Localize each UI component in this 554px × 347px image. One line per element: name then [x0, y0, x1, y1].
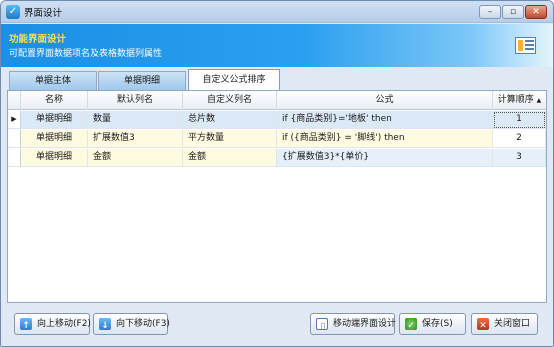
column-header-calc-order[interactable]: 计算顺序 ▲ — [493, 91, 546, 110]
cell-default-name[interactable]: 数量 — [88, 111, 183, 129]
cell-formula[interactable]: {扩展数值3}*{单价} — [277, 149, 493, 167]
tab-custom-formula-order[interactable]: 自定义公式排序 — [188, 69, 280, 90]
table-row[interactable]: 单据明细 金额 金额 {扩展数值3}*{单价} 3 — [8, 149, 546, 167]
cell-name[interactable]: 单据明细 — [21, 130, 88, 148]
mobile-design-label: 移动端界面设计 — [333, 319, 397, 329]
move-down-label: 向下移动(F3) — [116, 319, 170, 329]
row-indicator — [8, 149, 21, 167]
close-window-button[interactable]: ✕ — [525, 5, 547, 19]
title-bar[interactable]: ✓ 界面设计 – ▫ ✕ — [1, 1, 553, 23]
arrow-up-icon: ↑ — [20, 318, 32, 331]
mobile-design-button[interactable]: ▯ 移动端界面设计 — [310, 313, 397, 335]
move-up-label: 向上移动(F2) — [37, 319, 91, 329]
cell-default-name[interactable]: 金额 — [88, 149, 183, 167]
table-row[interactable]: 单据明细 扩展数值3 平方数量 if ({商品类别} = '脚线') then … — [8, 130, 546, 148]
mobile-phone-icon: ▯ — [316, 318, 328, 332]
row-indicator — [8, 130, 21, 148]
current-row-indicator-icon: ▶ — [8, 111, 21, 129]
banner-subtitle: 可配置界面数据项名及表格数据列属性 — [9, 49, 163, 59]
cell-custom-name[interactable]: 平方数量 — [183, 130, 277, 148]
column-header-formula[interactable]: 公式 — [277, 91, 493, 110]
column-header-default-name[interactable]: 默认列名 — [88, 91, 183, 110]
close-x-icon: ✕ — [477, 318, 489, 331]
tab-strip: 单据主体 单据明细 自定义公式排序 — [1, 67, 553, 90]
minimize-button[interactable]: – — [479, 5, 501, 19]
move-up-button[interactable]: ↑ 向上移动(F2) — [14, 313, 91, 335]
save-label: 保存(S) — [422, 319, 453, 329]
cell-calc-order[interactable]: 3 — [493, 149, 546, 167]
layout-settings-icon — [515, 37, 536, 54]
close-label: 关闭窗口 — [494, 319, 531, 329]
tab-document-header[interactable]: 单据主体 — [9, 71, 97, 90]
arrow-down-icon: ↓ — [99, 318, 111, 331]
formula-grid[interactable]: 名称 默认列名 自定义列名 公式 计算顺序 ▲ ▶ 单据明细 数量 总片数 if… — [7, 90, 547, 303]
table-row[interactable]: ▶ 单据明细 数量 总片数 if {商品类别}='地板' then 1 — [8, 111, 546, 129]
column-header-calc-order-label: 计算顺序 — [497, 95, 534, 105]
row-indicator-header — [8, 91, 21, 110]
sort-ascending-icon: ▲ — [536, 97, 542, 104]
checkmark-icon: ✓ — [405, 318, 417, 331]
cell-calc-order[interactable]: 1 — [493, 111, 546, 129]
action-bar: ↑ 向上移动(F2) ↓ 向下移动(F3) ▯ 移动端界面设计 ✓ 保存(S) … — [1, 304, 553, 346]
cell-name[interactable]: 单据明细 — [21, 111, 88, 129]
maximize-button[interactable]: ▫ — [502, 5, 524, 19]
move-down-button[interactable]: ↓ 向下移动(F3) — [93, 313, 170, 335]
cell-custom-name[interactable]: 金额 — [183, 149, 277, 167]
column-header-custom-name[interactable]: 自定义列名 — [183, 91, 277, 110]
column-header-name[interactable]: 名称 — [21, 91, 88, 110]
app-check-icon: ✓ — [6, 5, 20, 19]
tab-document-detail[interactable]: 单据明细 — [98, 71, 186, 90]
cell-calc-order[interactable]: 2 — [493, 130, 546, 148]
cell-default-name[interactable]: 扩展数值3 — [88, 130, 183, 148]
cell-name[interactable]: 单据明细 — [21, 149, 88, 167]
save-button[interactable]: ✓ 保存(S) — [399, 313, 466, 335]
banner-title: 功能界面设计 — [9, 34, 67, 45]
grid-header: 名称 默认列名 自定义列名 公式 计算顺序 ▲ — [8, 91, 546, 110]
cell-custom-name[interactable]: 总片数 — [183, 111, 277, 129]
main-window: ✓ 界面设计 – ▫ ✕ 功能界面设计 可配置界面数据项名及表格数据列属性 单据… — [0, 0, 554, 347]
cell-formula[interactable]: if ({商品类别} = '脚线') then — [277, 130, 493, 148]
cell-formula[interactable]: if {商品类别}='地板' then — [277, 111, 493, 129]
close-button[interactable]: ✕ 关闭窗口 — [471, 313, 538, 335]
window-title: 界面设计 — [24, 8, 63, 19]
header-banner: 功能界面设计 可配置界面数据项名及表格数据列属性 — [1, 24, 553, 67]
